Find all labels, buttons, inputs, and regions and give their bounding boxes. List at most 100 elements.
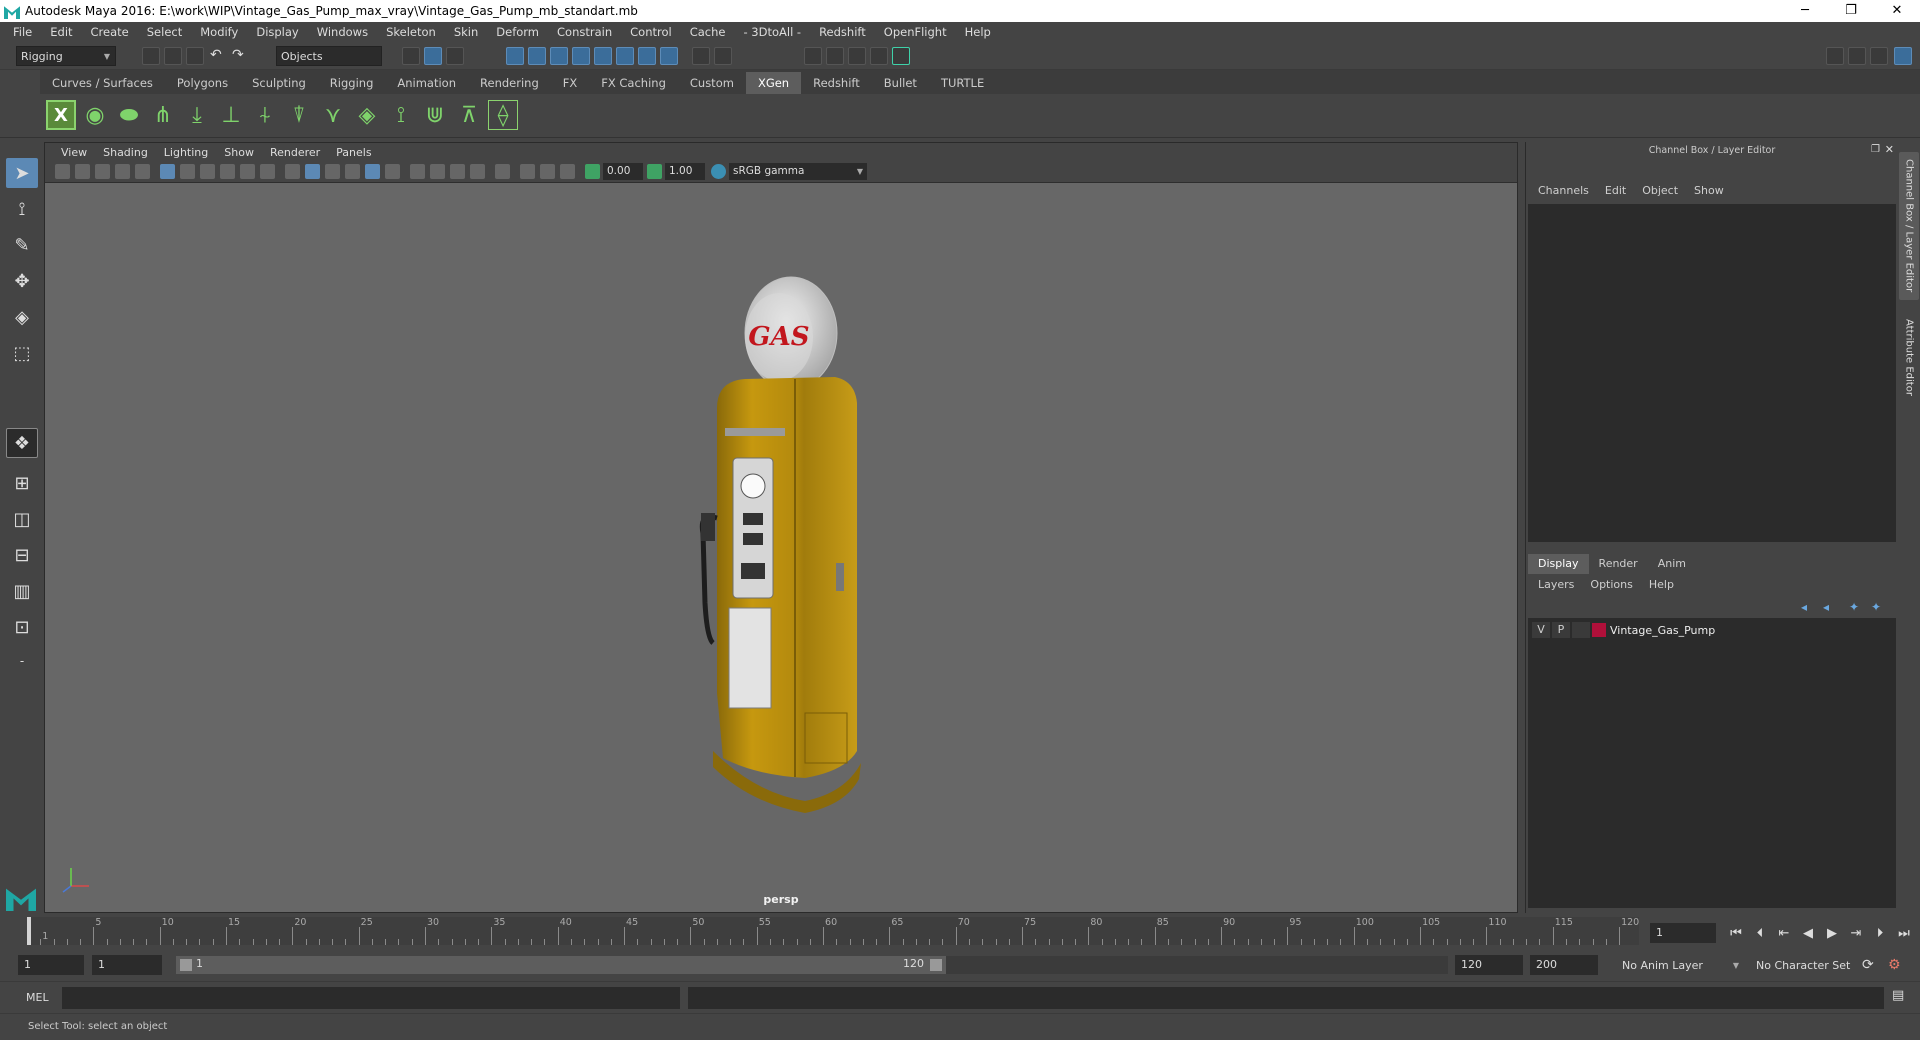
play-backwards-icon[interactable]: ◀ bbox=[1800, 926, 1816, 942]
xray-icon[interactable] bbox=[520, 164, 535, 179]
xgen-description-icon[interactable]: ⬬ bbox=[114, 100, 144, 130]
tab-attribute-editor[interactable]: Attribute Editor bbox=[1899, 307, 1919, 407]
lasso-tool-icon[interactable]: ⟟ bbox=[6, 194, 38, 224]
xgen-guide-edit-icon[interactable]: ⊥ bbox=[216, 100, 246, 130]
command-input[interactable] bbox=[62, 987, 680, 1009]
safe-title-icon[interactable] bbox=[260, 164, 275, 179]
cb-menu-show[interactable]: Show bbox=[1686, 184, 1732, 202]
tab-anim[interactable]: Anim bbox=[1648, 554, 1696, 574]
snap-grid-icon[interactable] bbox=[506, 47, 524, 65]
undo-icon[interactable]: ↶ bbox=[210, 47, 222, 63]
redo-icon[interactable]: ↷ bbox=[232, 47, 244, 63]
gamma-icon[interactable] bbox=[647, 164, 662, 179]
persp-outliner-layout-icon[interactable]: ▥ bbox=[6, 576, 38, 606]
lock-icon[interactable] bbox=[692, 47, 710, 65]
close-button[interactable]: ✕ bbox=[1874, 0, 1920, 22]
snap-live-icon[interactable] bbox=[594, 47, 612, 65]
anim-layer-dropdown[interactable]: No Anim Layer ▼ bbox=[1618, 955, 1744, 975]
channel-box-toggle-icon[interactable] bbox=[1894, 47, 1912, 65]
gate-mask-icon[interactable] bbox=[200, 164, 215, 179]
depth-of-field-icon[interactable] bbox=[470, 164, 485, 179]
cb-menu-edit[interactable]: Edit bbox=[1597, 184, 1634, 202]
close-panel-icon[interactable]: ✕ bbox=[1885, 143, 1894, 156]
layers-menu-help[interactable]: Help bbox=[1641, 578, 1682, 596]
safe-action-icon[interactable] bbox=[240, 164, 255, 179]
render-view-icon[interactable] bbox=[804, 47, 822, 65]
film-gate-icon[interactable] bbox=[135, 164, 150, 179]
playback-start-field[interactable]: 1 bbox=[92, 955, 162, 975]
playback-end-field[interactable]: 120 bbox=[1455, 955, 1523, 975]
current-time-marker[interactable] bbox=[27, 917, 31, 945]
view-transform-dropdown[interactable]: sRGB gamma ▼ bbox=[729, 163, 867, 180]
tab-sculpting[interactable]: Sculpting bbox=[240, 72, 318, 94]
go-to-end-icon[interactable]: ⏭ bbox=[1896, 926, 1912, 942]
render-settings-icon[interactable] bbox=[870, 47, 888, 65]
viewport-menu-show[interactable]: Show bbox=[216, 146, 262, 159]
input-ops-icon[interactable] bbox=[714, 47, 732, 65]
xgen-guide-sculpt-icon[interactable]: ⤓ bbox=[182, 100, 212, 130]
script-editor-icon[interactable]: ▤ bbox=[1892, 988, 1904, 1003]
menu-skeleton[interactable]: Skeleton bbox=[377, 25, 445, 39]
xgen-layers-icon[interactable]: ◈ bbox=[352, 100, 382, 130]
tab-display[interactable]: Display bbox=[1528, 554, 1589, 574]
xgen-guide-visibility-icon[interactable]: ⍭ bbox=[250, 100, 280, 130]
paint-select-tool-icon[interactable]: ✎ bbox=[6, 230, 38, 260]
xgen-editor-icon[interactable]: X bbox=[46, 100, 76, 130]
current-frame-field[interactable]: 1 bbox=[1650, 923, 1716, 943]
menu-constrain[interactable]: Constrain bbox=[548, 25, 621, 39]
shadows-icon[interactable] bbox=[385, 164, 400, 179]
menu-edit[interactable]: Edit bbox=[41, 25, 81, 39]
selection-mode-dropdown[interactable]: Objects bbox=[276, 46, 382, 66]
wireframe-on-shaded-icon[interactable] bbox=[325, 164, 340, 179]
xgen-guide-shape-icon[interactable]: ⋎ bbox=[318, 100, 348, 130]
gas-pump-model[interactable]: GAS bbox=[695, 273, 865, 833]
ipr-render-icon[interactable] bbox=[848, 47, 866, 65]
viewport-menu-panels[interactable]: Panels bbox=[328, 146, 379, 159]
menu-help[interactable]: Help bbox=[956, 25, 1000, 39]
auto-key-icon[interactable]: ⟳ bbox=[1862, 957, 1874, 973]
persp-graph-layout-icon[interactable]: ⊟ bbox=[6, 540, 38, 570]
gamma-field[interactable]: 1.00 bbox=[665, 163, 705, 180]
layer-row[interactable]: V P Vintage_Gas_Pump bbox=[1532, 620, 1892, 640]
use-all-lights-icon[interactable] bbox=[365, 164, 380, 179]
camera-lock-icon[interactable] bbox=[75, 164, 90, 179]
move-layer-up-icon[interactable]: ◂ bbox=[1801, 600, 1807, 614]
image-plane-icon[interactable] bbox=[115, 164, 130, 179]
menu-file[interactable]: File bbox=[4, 25, 41, 39]
resolution-gate-icon[interactable] bbox=[180, 164, 195, 179]
viewport-menu-view[interactable]: View bbox=[53, 146, 95, 159]
camera-select-icon[interactable] bbox=[55, 164, 70, 179]
menu-control[interactable]: Control bbox=[621, 25, 681, 39]
tab-channel-box-layer-editor[interactable]: Channel Box / Layer Editor bbox=[1899, 152, 1919, 300]
shelf-menu-handle[interactable] bbox=[0, 70, 40, 94]
go-to-start-icon[interactable]: ⏮ bbox=[1728, 926, 1744, 942]
xgen-groom-icon[interactable]: ⋓ bbox=[420, 100, 450, 130]
rotate-tool-icon[interactable]: ◈ bbox=[6, 302, 38, 332]
script-language-label[interactable]: MEL bbox=[26, 991, 49, 1004]
float-panel-icon[interactable]: ❐ bbox=[1871, 144, 1880, 155]
animation-start-field[interactable]: 1 bbox=[18, 955, 84, 975]
tab-custom[interactable]: Custom bbox=[678, 72, 746, 94]
four-view-layout-icon[interactable]: ⊞ bbox=[6, 468, 38, 498]
layer-name[interactable]: Vintage_Gas_Pump bbox=[1610, 624, 1715, 637]
tab-xgen[interactable]: XGen bbox=[745, 72, 802, 94]
xgen-preview-icon[interactable]: ◉ bbox=[80, 100, 110, 130]
range-start-handle[interactable] bbox=[180, 959, 192, 971]
open-scene-icon[interactable] bbox=[164, 47, 182, 65]
step-forward-frame-icon[interactable]: ⏵ bbox=[1872, 926, 1888, 942]
modeling-toolkit-icon[interactable] bbox=[1826, 47, 1844, 65]
select-hierarchy-icon[interactable] bbox=[402, 47, 420, 65]
tab-polygons[interactable]: Polygons bbox=[165, 72, 240, 94]
menu-deform[interactable]: Deform bbox=[487, 25, 548, 39]
isolate-select-icon[interactable] bbox=[495, 164, 510, 179]
tab-curves-surfaces[interactable]: Curves / Surfaces bbox=[40, 72, 165, 94]
select-tool-icon[interactable]: ➤ bbox=[6, 158, 38, 188]
snap-face-icon[interactable] bbox=[638, 47, 656, 65]
outliner-layout-icon[interactable]: ⊡ bbox=[6, 612, 38, 642]
hypershade-icon[interactable] bbox=[892, 47, 910, 65]
cb-menu-channels[interactable]: Channels bbox=[1530, 184, 1597, 202]
menu-cache[interactable]: Cache bbox=[681, 25, 735, 39]
new-layer-icon[interactable]: ✦ bbox=[1849, 600, 1859, 614]
layer-visibility-toggle[interactable]: V bbox=[1532, 622, 1550, 638]
step-back-key-icon[interactable]: ⇤ bbox=[1776, 926, 1792, 942]
